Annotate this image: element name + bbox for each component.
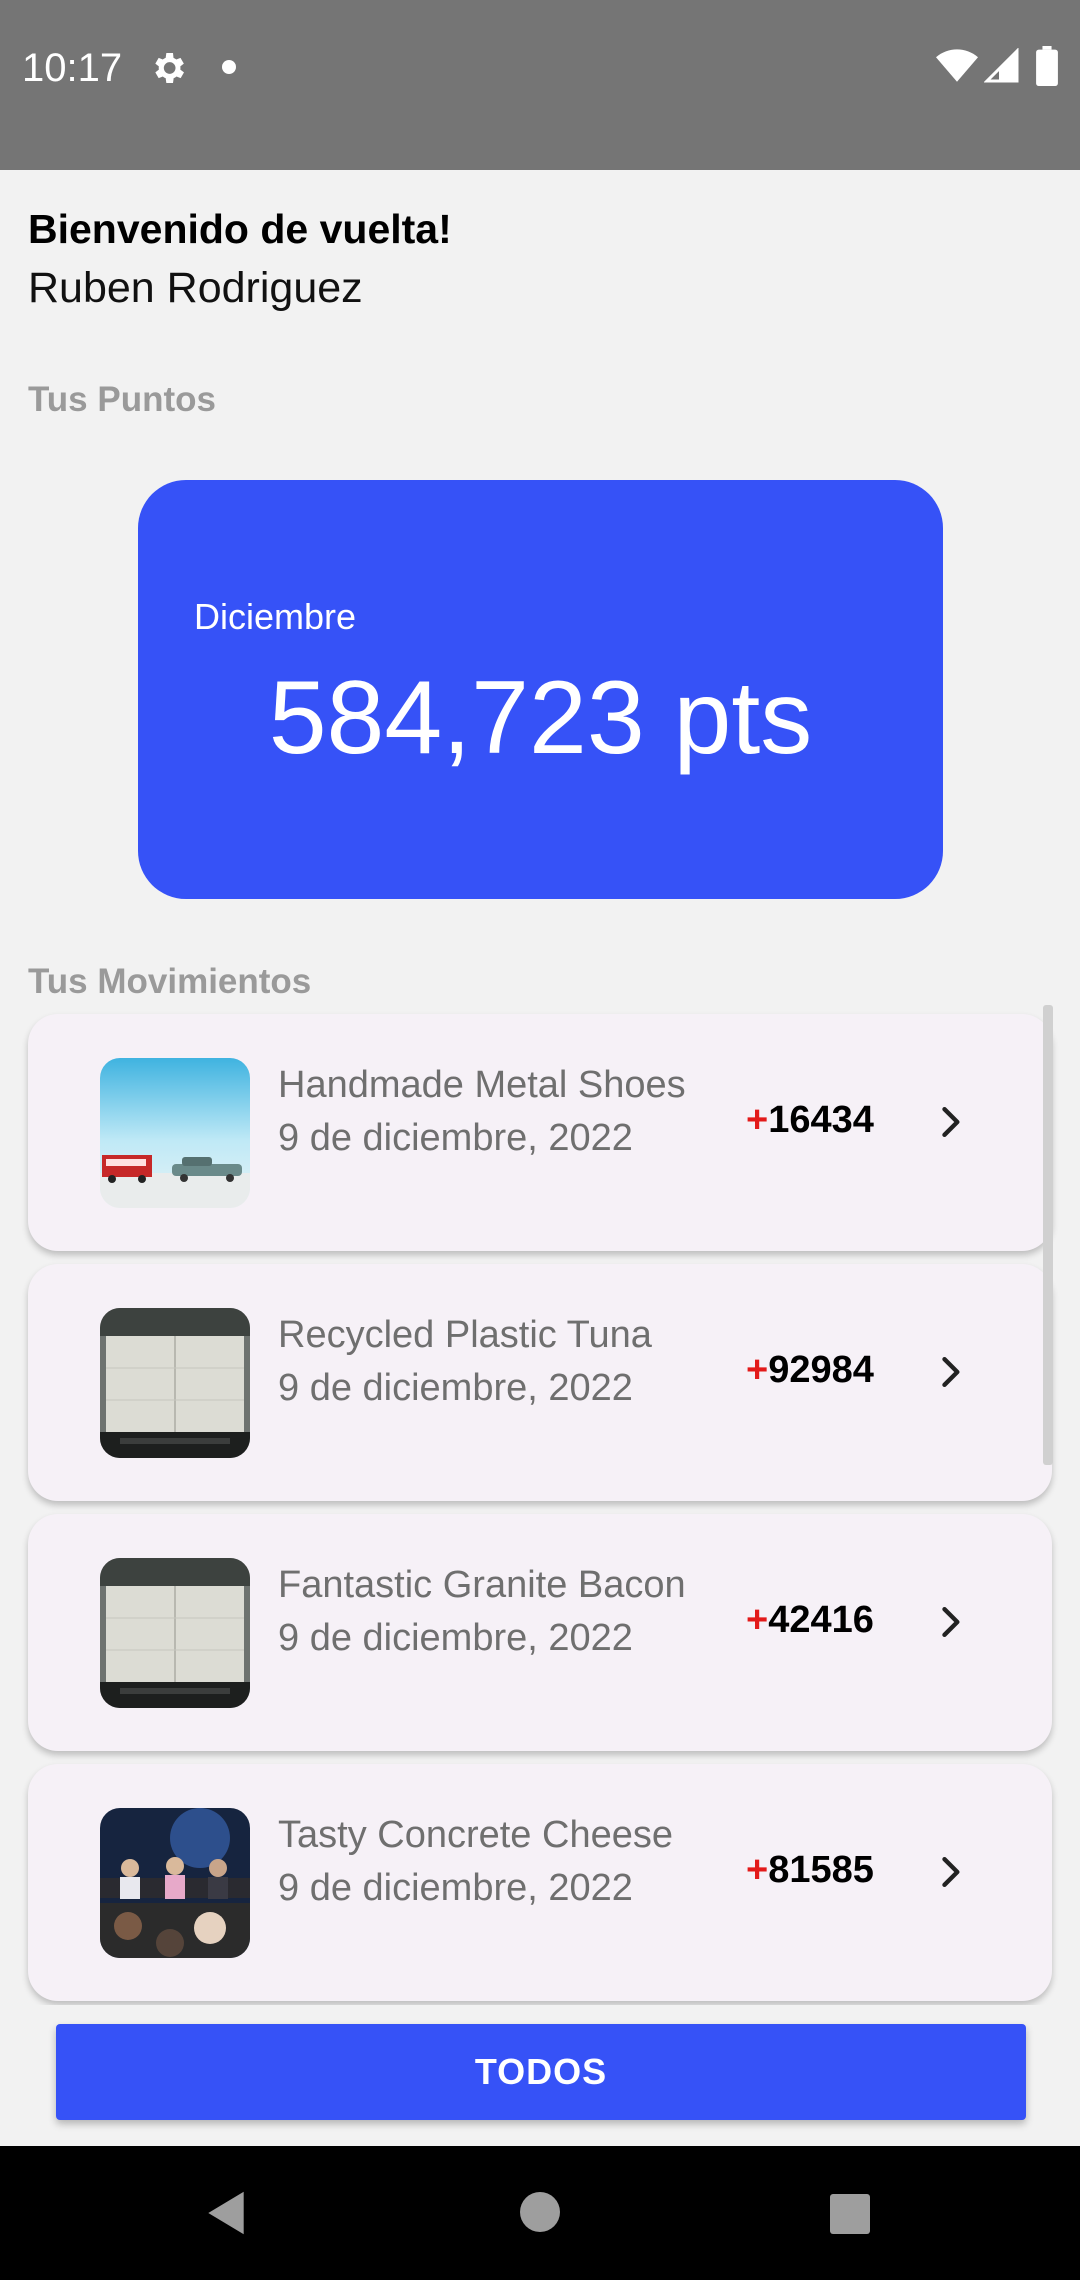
amount-value: 16434: [768, 1099, 874, 1141]
points-section-label: Tus Puntos: [28, 380, 216, 419]
movement-date: 9 de diciembre, 2022: [278, 1617, 633, 1659]
status-bar: 10:17: [0, 0, 1080, 170]
movement-date: 9 de diciembre, 2022: [278, 1117, 633, 1159]
plus-sign: +: [746, 1849, 769, 1891]
movement-title: Fantastic Granite Bacon: [278, 1564, 686, 1606]
recent-apps-icon[interactable]: [830, 2194, 870, 2234]
points-month: Diciembre: [194, 596, 357, 637]
wifi-icon: [936, 49, 978, 82]
movement-thumbnail: [100, 1808, 250, 1958]
points-card[interactable]: Diciembre 584,723 pts: [138, 480, 943, 899]
notification-dot-icon: [222, 60, 236, 74]
all-movements-button[interactable]: TODOS: [56, 2024, 1026, 2120]
movement-thumbnail: [100, 1058, 250, 1208]
movement-thumbnail: [100, 1558, 250, 1708]
movement-amount: +81585: [746, 1849, 874, 1892]
movement-date: 9 de diciembre, 2022: [278, 1367, 633, 1409]
battery-icon: [1036, 46, 1058, 86]
gear-icon: [155, 53, 184, 83]
amount-value: 92984: [768, 1349, 874, 1391]
movement-title: Tasty Concrete Cheese: [278, 1814, 673, 1856]
plus-sign: +: [746, 1099, 769, 1141]
points-value: 584,723 pts: [268, 660, 813, 776]
status-time: 10:17: [22, 46, 123, 90]
plus-sign: +: [746, 1599, 769, 1641]
movement-card[interactable]: Handmade Metal Shoes 9 de diciembre, 202…: [28, 1014, 1052, 1251]
user-name: Ruben Rodriguez: [28, 264, 363, 312]
movement-title: Handmade Metal Shoes: [278, 1064, 686, 1106]
movement-title: Recycled Plastic Tuna: [278, 1314, 652, 1356]
chevron-right-icon[interactable]: [928, 1100, 972, 1144]
greeting-title: Bienvenido de vuelta!: [28, 206, 452, 252]
movement-card[interactable]: Recycled Plastic Tuna 9 de diciembre, 20…: [28, 1264, 1052, 1501]
amount-value: 42416: [768, 1599, 874, 1641]
navigation-bar: [0, 2146, 1080, 2280]
movement-amount: +16434: [746, 1099, 874, 1142]
movement-card[interactable]: Tasty Concrete Cheese 9 de diciembre, 20…: [28, 1764, 1052, 2001]
chevron-right-icon[interactable]: [928, 1850, 972, 1894]
list-scrollbar[interactable]: [1043, 1005, 1053, 1465]
movement-card[interactable]: Fantastic Granite Bacon 9 de diciembre, …: [28, 1514, 1052, 1751]
movement-amount: +92984: [746, 1349, 874, 1392]
movement-amount: +42416: [746, 1599, 874, 1642]
chevron-right-icon[interactable]: [928, 1350, 972, 1394]
back-icon[interactable]: [204, 2190, 248, 2236]
movement-thumbnail: [100, 1308, 250, 1458]
amount-value: 81585: [768, 1849, 874, 1891]
movements-section-label: Tus Movimientos: [28, 962, 312, 1001]
chevron-right-icon[interactable]: [928, 1600, 972, 1644]
movement-date: 9 de diciembre, 2022: [278, 1867, 633, 1909]
movements-list[interactable]: Handmade Metal Shoes 9 de diciembre, 202…: [0, 1005, 1080, 2005]
plus-sign: +: [746, 1349, 769, 1391]
home-icon[interactable]: [520, 2192, 560, 2232]
signal-icon: [984, 48, 1019, 83]
